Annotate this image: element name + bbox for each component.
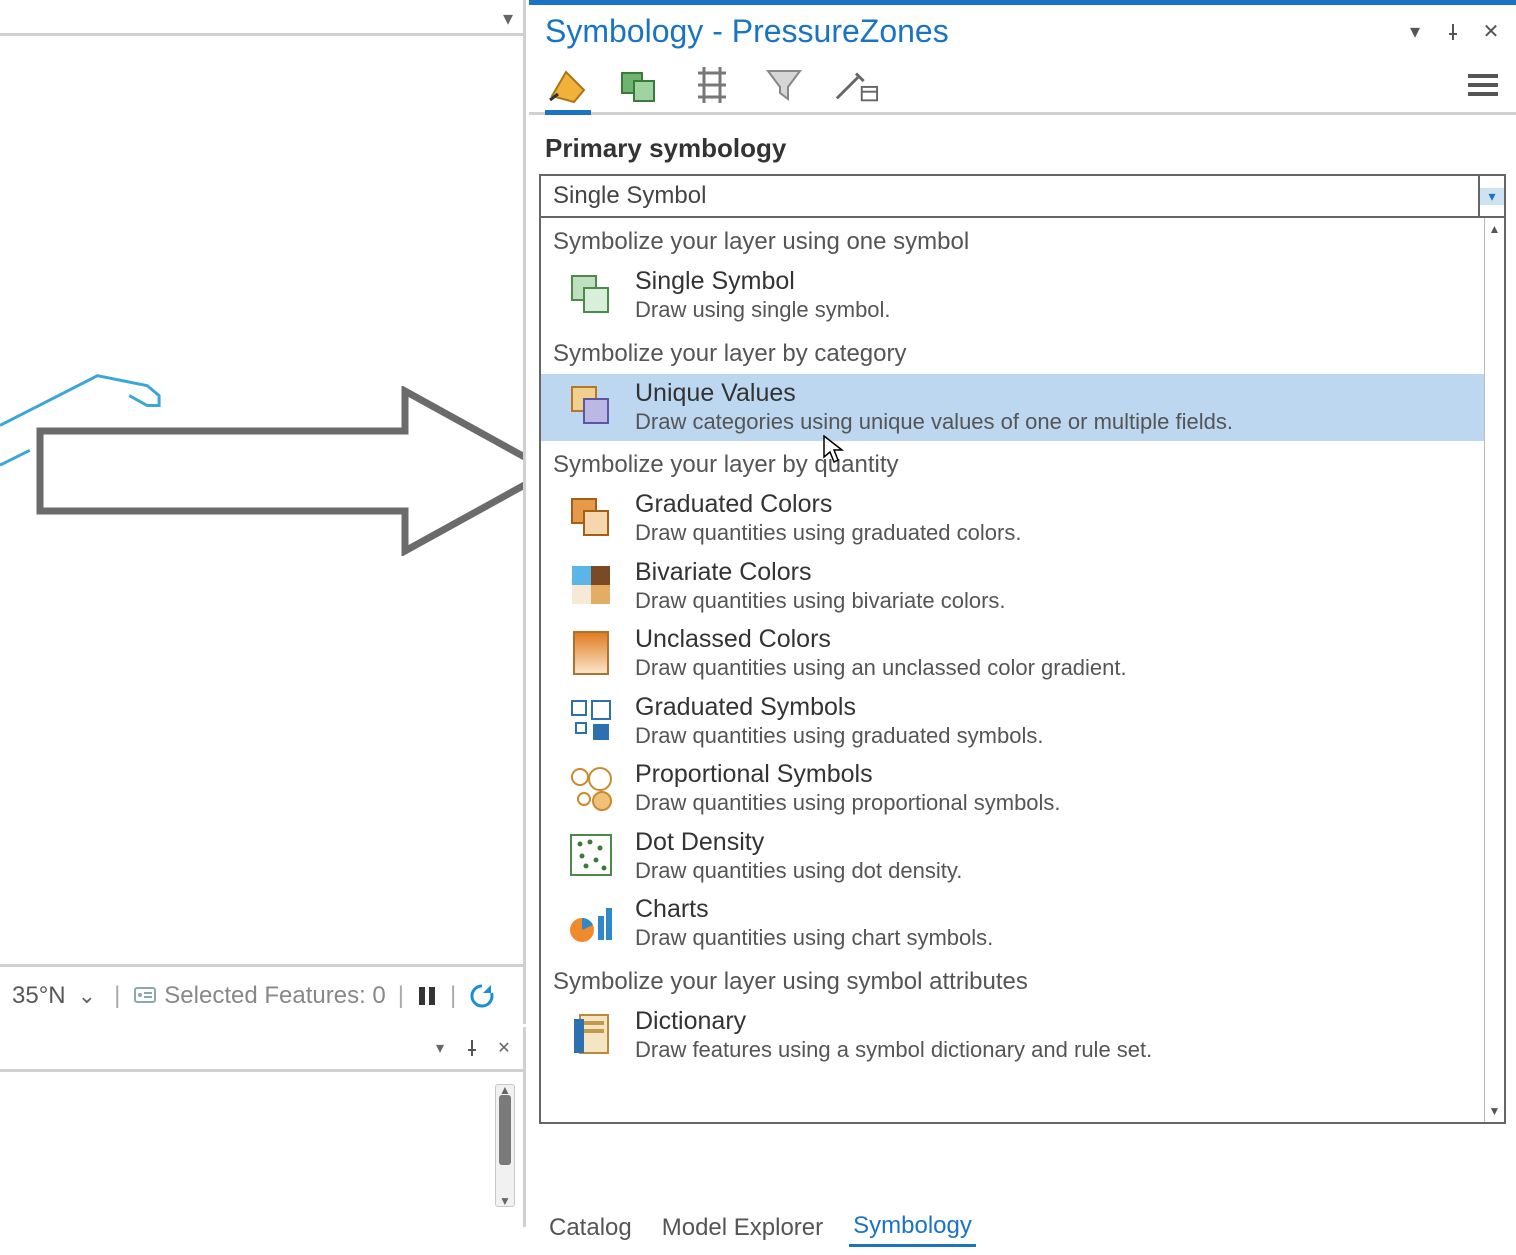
option-title: Single Symbol [635, 266, 891, 296]
graduated-colors-icon [565, 492, 617, 544]
option-title: Unclassed Colors [635, 624, 1127, 654]
option-title: Bivariate Colors [635, 557, 1006, 587]
option-description: Draw quantities using dot density. [635, 857, 962, 885]
symbology-option-proportional-symbols[interactable]: Proportional SymbolsDraw quantities usin… [541, 755, 1484, 823]
tab-vary-by-attribute[interactable] [617, 66, 663, 112]
panel-menu-icon[interactable]: ▾ [429, 1037, 451, 1059]
unclassed-colors-icon [565, 627, 617, 679]
coordinate-text: 35°N [12, 982, 66, 1010]
symbology-option-charts[interactable]: ChartsDraw quantities using chart symbol… [541, 890, 1484, 958]
dictionary-icon [565, 1008, 617, 1060]
symbology-group-header: Symbolize your layer using one symbol [541, 218, 1484, 262]
option-description: Draw quantities using graduated colors. [635, 519, 1021, 547]
coordinate-dropdown-icon[interactable]: ⌄ [72, 983, 102, 1009]
pane-titlebar: Symbology - PressureZones ▾ ✕ [529, 5, 1516, 54]
option-title: Unique Values [635, 378, 1233, 408]
option-description: Draw quantities using chart symbols. [635, 924, 993, 952]
symbology-option-unique-values[interactable]: Unique ValuesDraw categories using uniqu… [541, 374, 1484, 442]
option-description: Draw using single symbol. [635, 296, 891, 324]
proportional-symbols-icon [565, 762, 617, 814]
tab-symbology[interactable]: Symbology [849, 1208, 976, 1247]
pane-menu-icon[interactable]: ▾ [1404, 21, 1426, 43]
map-canvas[interactable] [0, 36, 523, 964]
tab-advanced-options[interactable] [833, 66, 879, 112]
tab-primary-symbology[interactable] [545, 69, 591, 115]
symbology-option-graduated-symbols[interactable]: Graduated SymbolsDraw quantities using g… [541, 688, 1484, 756]
refresh-button[interactable] [462, 982, 502, 1010]
tab-symbol-layer-drawing[interactable] [689, 66, 735, 112]
coordinate-readout: 35°N ⌄ [6, 982, 108, 1010]
dot-density-icon [565, 829, 617, 881]
option-title: Proportional Symbols [635, 759, 1061, 789]
scrollbar[interactable]: ▲ ▼ [495, 1084, 515, 1207]
map-pane-header: ▾ [0, 0, 523, 36]
symbology-option-bivariate-colors[interactable]: Bivariate ColorsDraw quantities using bi… [541, 553, 1484, 621]
tab-display-filters[interactable] [761, 66, 807, 112]
selected-features-label: Selected Features: 0 [164, 982, 385, 1010]
map-pane: ▾ 35°N ⌄ | Selected Features: 0 | [0, 0, 526, 1024]
pause-drawing-button[interactable] [410, 985, 444, 1007]
pane-title: Symbology - PressureZones [545, 13, 949, 50]
symbology-group-header: Symbolize your layer by quantity [541, 441, 1484, 485]
pane-autohide-pin-icon[interactable] [1442, 21, 1464, 43]
graduated-symbols-icon [565, 694, 617, 746]
option-description: Draw quantities using bivariate colors. [635, 587, 1006, 615]
symbology-option-graduated-colors[interactable]: Graduated ColorsDraw quantities using gr… [541, 485, 1484, 553]
option-description: Draw features using a symbol dictionary … [635, 1036, 1152, 1064]
selected-features[interactable]: Selected Features: 0 [126, 982, 391, 1010]
symbology-option-single-symbol[interactable]: Single SymbolDraw using single symbol. [541, 262, 1484, 330]
option-title: Graduated Symbols [635, 692, 1043, 722]
list-scrollbar[interactable]: ▲ ▼ [1484, 218, 1504, 1122]
charts-icon [565, 897, 617, 949]
symbology-type-list: Symbolize your layer using one symbolSin… [541, 218, 1484, 1122]
unique-values-icon [565, 380, 617, 432]
pane-close-icon[interactable]: ✕ [1480, 21, 1502, 43]
option-title: Dictionary [635, 1006, 1152, 1036]
pane-footer-tabs: Catalog Model Explorer Symbology [545, 1208, 976, 1247]
option-description: Draw quantities using graduated symbols. [635, 722, 1043, 750]
pane-hamburger-menu-icon[interactable] [1468, 72, 1498, 103]
tab-catalog[interactable]: Catalog [545, 1210, 636, 1246]
dropdown-toggle-icon[interactable]: ▾ [1480, 188, 1504, 205]
single-symbol-icon [565, 269, 617, 321]
bivariate-colors-icon [565, 559, 617, 611]
symbology-pane: Symbology - PressureZones ▾ ✕ Primary sy [529, 0, 1516, 1255]
symbology-group-header: Symbolize your layer using symbol attrib… [541, 958, 1484, 1002]
symbology-tab-strip [529, 54, 1516, 115]
autohide-pin-icon[interactable] [461, 1037, 483, 1059]
option-title: Charts [635, 894, 993, 924]
option-description: Draw quantities using proportional symbo… [635, 789, 1061, 817]
lower-left-panel: ▾ ✕ ▲ ▼ [0, 1027, 526, 1227]
pause-icon [416, 985, 438, 1007]
map-status-bar: 35°N ⌄ | Selected Features: 0 | | [0, 964, 523, 1024]
tab-model-explorer[interactable]: Model Explorer [658, 1210, 827, 1246]
selection-icon [132, 983, 158, 1009]
option-title: Graduated Colors [635, 489, 1021, 519]
symbology-option-unclassed-colors[interactable]: Unclassed ColorsDraw quantities using an… [541, 620, 1484, 688]
primary-symbology-dropdown[interactable]: Single Symbol ▾ [539, 174, 1506, 218]
symbology-option-dot-density[interactable]: Dot DensityDraw quantities using dot den… [541, 823, 1484, 891]
map-header-dropdown-icon[interactable]: ▾ [503, 6, 513, 31]
primary-symbology-heading: Primary symbology [529, 115, 1516, 174]
symbology-option-dictionary[interactable]: DictionaryDraw features using a symbol d… [541, 1002, 1484, 1070]
refresh-icon [468, 982, 496, 1010]
option-description: Draw categories using unique values of o… [635, 408, 1233, 436]
close-icon[interactable]: ✕ [493, 1037, 515, 1059]
option-description: Draw quantities using an unclassed color… [635, 654, 1127, 682]
option-title: Dot Density [635, 827, 962, 857]
primary-symbology-dropdown-value: Single Symbol [541, 176, 1480, 216]
symbology-group-header: Symbolize your layer by category [541, 330, 1484, 374]
